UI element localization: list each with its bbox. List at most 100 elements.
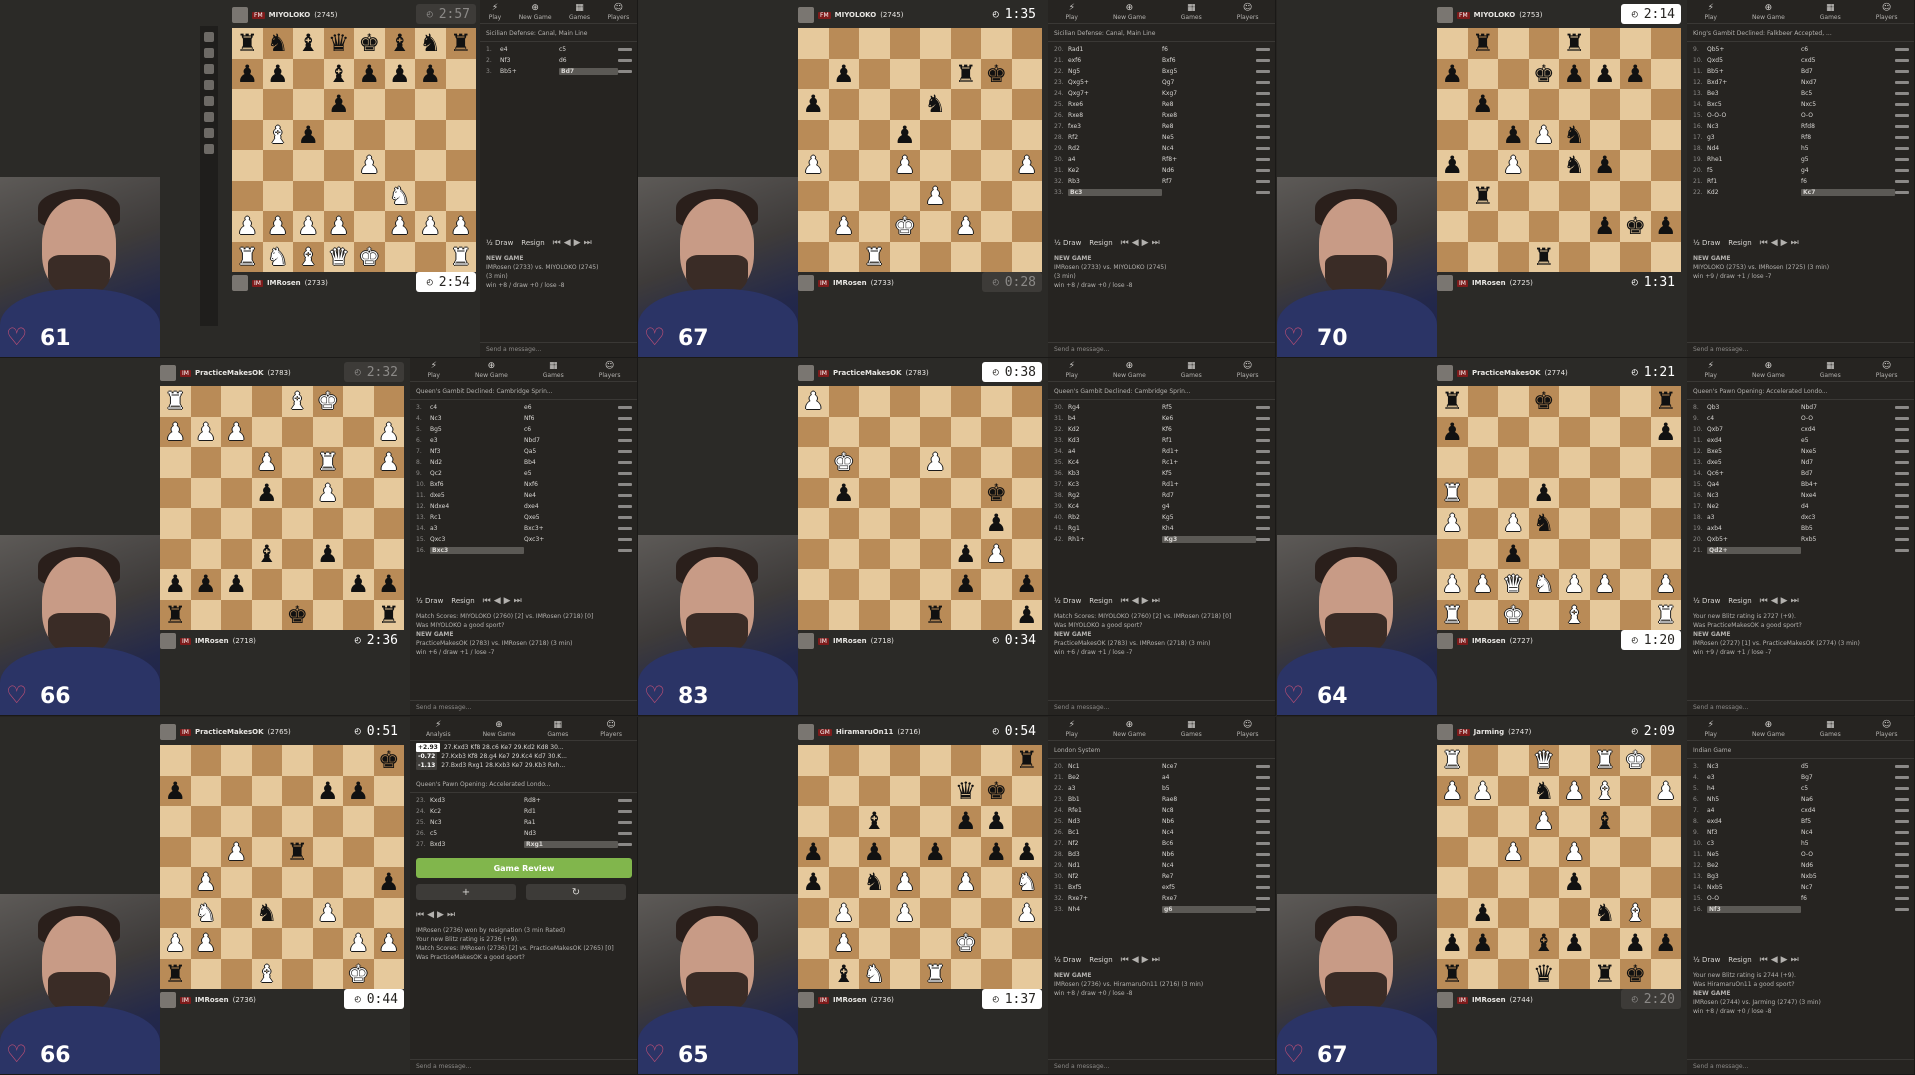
board-square[interactable] bbox=[1467, 211, 1498, 242]
chess-board[interactable]: ♜ ♝ ♚ ♟ ♟ ♟ ♟ ♟ ♜ ♟ ♟ ♟ ♝ ♟ ♟ ♟ ♟ ♟ ♟ ♜ ♚ ♜ bbox=[160, 386, 404, 630]
tab-play[interactable]: ⚡ Play bbox=[1704, 720, 1717, 738]
black-move[interactable]: Rd8+ bbox=[524, 797, 618, 804]
black-move[interactable]: e6 bbox=[524, 404, 618, 411]
black-move[interactable]: Rd7 bbox=[1162, 492, 1256, 499]
board-square[interactable] bbox=[1498, 58, 1529, 89]
white-rook-icon[interactable]: ♜ bbox=[924, 962, 946, 986]
white-rook-icon[interactable]: ♜ bbox=[450, 245, 472, 269]
board-square[interactable] bbox=[1620, 180, 1651, 211]
black-move[interactable]: f6 bbox=[1801, 895, 1895, 902]
black-move[interactable]: Rxe7 bbox=[1162, 895, 1256, 902]
board-square[interactable] bbox=[1011, 958, 1042, 989]
black-queen-icon[interactable]: ♛ bbox=[328, 31, 350, 55]
tab-games[interactable]: ▦ Games bbox=[569, 3, 590, 21]
board-square[interactable] bbox=[190, 538, 221, 569]
white-rook-icon[interactable]: ♜ bbox=[1441, 748, 1463, 772]
board-square[interactable] bbox=[1559, 416, 1590, 447]
rematch-button[interactable]: ↻ bbox=[526, 884, 626, 900]
tab-players[interactable]: ☺ Players bbox=[599, 361, 621, 379]
board-square[interactable]: ♜ bbox=[1437, 386, 1468, 417]
board-square[interactable] bbox=[798, 745, 829, 776]
board-square[interactable]: ♟ bbox=[1559, 867, 1590, 898]
white-move[interactable]: Nc3 bbox=[1707, 763, 1801, 770]
board-square[interactable] bbox=[1011, 447, 1042, 478]
board-square[interactable] bbox=[1620, 119, 1651, 150]
black-move[interactable]: Nc7 bbox=[1801, 884, 1895, 891]
white-pawn-icon[interactable]: ♟ bbox=[347, 931, 369, 955]
white-pawn-icon[interactable]: ♟ bbox=[378, 931, 400, 955]
board-square[interactable] bbox=[920, 386, 951, 417]
draw-button[interactable]: ½ Draw bbox=[1693, 597, 1720, 605]
black-pawn-icon[interactable]: ♟ bbox=[419, 62, 441, 86]
board-square[interactable]: ♞ bbox=[190, 897, 221, 928]
board-square[interactable]: ♚ bbox=[981, 477, 1012, 508]
board-square[interactable]: ♟ bbox=[1437, 508, 1468, 539]
black-queen-icon[interactable]: ♛ bbox=[955, 779, 977, 803]
board-square[interactable] bbox=[828, 538, 859, 569]
board-square[interactable] bbox=[373, 508, 404, 539]
board-square[interactable] bbox=[1011, 180, 1042, 211]
board-square[interactable] bbox=[190, 745, 221, 776]
chat-input[interactable]: Send a message... bbox=[1048, 700, 1275, 714]
black-pawn-icon[interactable]: ♟ bbox=[317, 542, 339, 566]
chess-board[interactable]: ♜ ♚ ♜ ♟ ♟ ♜ ♟ ♟ ♟ ♞ ♟ ♟ ♟ ♛ ♞ ♟ ♟ ♟ ♜ ♚ ♝ ♜ bbox=[1437, 386, 1681, 630]
board-square[interactable] bbox=[1559, 897, 1590, 928]
board-square[interactable]: ♚ bbox=[950, 928, 981, 959]
board-square[interactable] bbox=[415, 119, 446, 150]
board-square[interactable]: ♜ bbox=[160, 386, 191, 417]
board-square[interactable] bbox=[1528, 447, 1559, 478]
board-square[interactable]: ♟ bbox=[262, 211, 293, 242]
board-square[interactable]: ♞ bbox=[251, 897, 282, 928]
white-move[interactable]: Qb5+ bbox=[1707, 46, 1801, 53]
board-square[interactable]: ♞ bbox=[415, 28, 446, 59]
board-square[interactable] bbox=[312, 806, 343, 837]
tab-new[interactable]: ⊕ New Game bbox=[1113, 3, 1146, 21]
board-square[interactable]: ♟ bbox=[1437, 928, 1468, 959]
board-square[interactable] bbox=[981, 897, 1012, 928]
board-square[interactable]: ♟ bbox=[373, 569, 404, 600]
black-move[interactable]: O-O bbox=[1801, 415, 1895, 422]
board-square[interactable] bbox=[190, 599, 221, 630]
white-move[interactable]: Rad1 bbox=[1068, 46, 1162, 53]
board-square[interactable] bbox=[373, 386, 404, 417]
black-pawn-icon[interactable]: ♟ bbox=[1655, 931, 1677, 955]
board-square[interactable] bbox=[1620, 775, 1651, 806]
white-bishop-icon[interactable]: ♝ bbox=[1563, 603, 1585, 627]
board-square[interactable] bbox=[221, 386, 252, 417]
board-square[interactable]: ♜ bbox=[1528, 241, 1559, 272]
black-king-icon[interactable]: ♚ bbox=[985, 481, 1007, 505]
board-square[interactable]: ♟ bbox=[373, 867, 404, 898]
board-square[interactable] bbox=[1437, 897, 1468, 928]
board-square[interactable] bbox=[981, 150, 1012, 181]
board-square[interactable]: ♟ bbox=[828, 477, 859, 508]
white-move[interactable]: O-O-O bbox=[1707, 112, 1801, 119]
black-move[interactable]: Rfd8 bbox=[1801, 123, 1895, 130]
board-square[interactable] bbox=[889, 28, 920, 59]
black-move[interactable]: Ke6 bbox=[1162, 415, 1256, 422]
white-move[interactable]: Bxf6 bbox=[430, 481, 524, 488]
board-square[interactable] bbox=[828, 119, 859, 150]
board-square[interactable]: ♟ bbox=[1589, 569, 1620, 600]
board-square[interactable] bbox=[1559, 745, 1590, 776]
white-move[interactable]: Rb3 bbox=[1068, 178, 1162, 185]
board-square[interactable]: ♛ bbox=[323, 241, 354, 272]
resign-button[interactable]: Resign bbox=[1728, 239, 1751, 247]
board-square[interactable] bbox=[798, 958, 829, 989]
black-pawn-icon[interactable]: ♟ bbox=[347, 572, 369, 596]
board-square[interactable]: ♟ bbox=[190, 928, 221, 959]
tab-new[interactable]: ⊕ New Game bbox=[475, 361, 508, 379]
board-square[interactable] bbox=[1467, 958, 1498, 989]
board-square[interactable]: ♟ bbox=[950, 867, 981, 898]
board-square[interactable] bbox=[798, 58, 829, 89]
white-move[interactable]: Nc3 bbox=[1707, 123, 1801, 130]
chess-board[interactable]: ♚ ♟ ♟ ♟ ♟ ♜ ♟ ♟ ♞ ♞ ♟ ♟ ♟ ♟ ♟ ♜ ♝ ♚ bbox=[160, 745, 404, 989]
board-square[interactable] bbox=[232, 150, 263, 181]
board-square[interactable] bbox=[445, 89, 476, 120]
board-square[interactable] bbox=[343, 836, 374, 867]
white-move[interactable]: a3 bbox=[430, 525, 524, 532]
board-square[interactable]: ♟ bbox=[1467, 897, 1498, 928]
board-square[interactable] bbox=[920, 477, 951, 508]
white-move[interactable]: dxe5 bbox=[1707, 459, 1801, 466]
board-square[interactable] bbox=[232, 119, 263, 150]
black-pawn-icon[interactable]: ♟ bbox=[328, 92, 350, 116]
